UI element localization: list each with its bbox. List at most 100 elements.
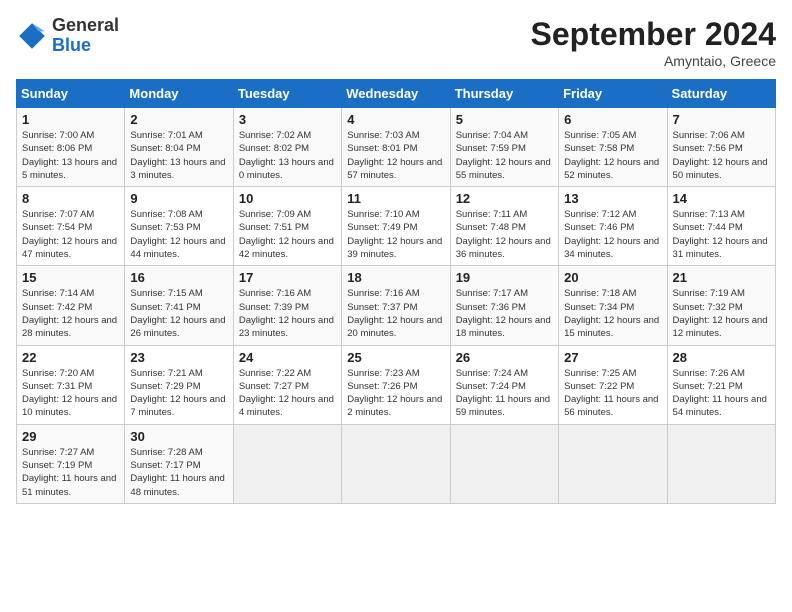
calendar-cell — [342, 424, 450, 503]
calendar-cell: 26 Sunrise: 7:24 AMSunset: 7:24 PMDaylig… — [450, 345, 558, 424]
calendar-cell: 22 Sunrise: 7:20 AMSunset: 7:31 PMDaylig… — [17, 345, 125, 424]
day-detail: Sunrise: 7:03 AMSunset: 8:01 PMDaylight:… — [347, 130, 442, 181]
day-detail: Sunrise: 7:23 AMSunset: 7:26 PMDaylight:… — [347, 368, 442, 419]
day-detail: Sunrise: 7:04 AMSunset: 7:59 PMDaylight:… — [456, 130, 551, 181]
month-title: September 2024 — [531, 16, 776, 53]
day-detail: Sunrise: 7:25 AMSunset: 7:22 PMDaylight:… — [564, 368, 658, 419]
day-number: 25 — [347, 350, 444, 365]
calendar-cell: 29 Sunrise: 7:27 AMSunset: 7:19 PMDaylig… — [17, 424, 125, 503]
day-number: 24 — [239, 350, 336, 365]
day-detail: Sunrise: 7:05 AMSunset: 7:58 PMDaylight:… — [564, 130, 659, 181]
day-detail: Sunrise: 7:20 AMSunset: 7:31 PMDaylight:… — [22, 368, 117, 419]
calendar-cell: 15 Sunrise: 7:14 AMSunset: 7:42 PMDaylig… — [17, 266, 125, 345]
calendar-cell: 27 Sunrise: 7:25 AMSunset: 7:22 PMDaylig… — [559, 345, 667, 424]
col-friday: Friday — [559, 80, 667, 108]
day-number: 1 — [22, 112, 119, 127]
col-saturday: Saturday — [667, 80, 775, 108]
calendar-cell: 3 Sunrise: 7:02 AMSunset: 8:02 PMDayligh… — [233, 108, 341, 187]
calendar-cell: 7 Sunrise: 7:06 AMSunset: 7:56 PMDayligh… — [667, 108, 775, 187]
calendar-cell: 4 Sunrise: 7:03 AMSunset: 8:01 PMDayligh… — [342, 108, 450, 187]
calendar-cell: 25 Sunrise: 7:23 AMSunset: 7:26 PMDaylig… — [342, 345, 450, 424]
calendar-week-row: 22 Sunrise: 7:20 AMSunset: 7:31 PMDaylig… — [17, 345, 776, 424]
calendar-cell: 20 Sunrise: 7:18 AMSunset: 7:34 PMDaylig… — [559, 266, 667, 345]
logo-blue-text: Blue — [52, 35, 91, 55]
calendar-header-row: Sunday Monday Tuesday Wednesday Thursday… — [17, 80, 776, 108]
calendar-week-row: 1 Sunrise: 7:00 AMSunset: 8:06 PMDayligh… — [17, 108, 776, 187]
calendar-week-row: 8 Sunrise: 7:07 AMSunset: 7:54 PMDayligh… — [17, 187, 776, 266]
calendar-cell — [233, 424, 341, 503]
day-detail: Sunrise: 7:00 AMSunset: 8:06 PMDaylight:… — [22, 130, 117, 181]
day-number: 3 — [239, 112, 336, 127]
day-detail: Sunrise: 7:10 AMSunset: 7:49 PMDaylight:… — [347, 209, 442, 260]
calendar-cell: 24 Sunrise: 7:22 AMSunset: 7:27 PMDaylig… — [233, 345, 341, 424]
day-detail: Sunrise: 7:15 AMSunset: 7:41 PMDaylight:… — [130, 288, 225, 339]
calendar-cell: 17 Sunrise: 7:16 AMSunset: 7:39 PMDaylig… — [233, 266, 341, 345]
calendar-cell: 30 Sunrise: 7:28 AMSunset: 7:17 PMDaylig… — [125, 424, 233, 503]
day-detail: Sunrise: 7:21 AMSunset: 7:29 PMDaylight:… — [130, 368, 225, 419]
day-detail: Sunrise: 7:19 AMSunset: 7:32 PMDaylight:… — [673, 288, 768, 339]
day-detail: Sunrise: 7:18 AMSunset: 7:34 PMDaylight:… — [564, 288, 659, 339]
calendar-cell — [667, 424, 775, 503]
calendar-cell — [559, 424, 667, 503]
calendar-cell: 28 Sunrise: 7:26 AMSunset: 7:21 PMDaylig… — [667, 345, 775, 424]
day-number: 26 — [456, 350, 553, 365]
day-detail: Sunrise: 7:09 AMSunset: 7:51 PMDaylight:… — [239, 209, 334, 260]
col-sunday: Sunday — [17, 80, 125, 108]
day-detail: Sunrise: 7:27 AMSunset: 7:19 PMDaylight:… — [22, 447, 116, 498]
calendar-table: Sunday Monday Tuesday Wednesday Thursday… — [16, 79, 776, 504]
day-detail: Sunrise: 7:08 AMSunset: 7:53 PMDaylight:… — [130, 209, 225, 260]
day-detail: Sunrise: 7:16 AMSunset: 7:39 PMDaylight:… — [239, 288, 334, 339]
day-number: 5 — [456, 112, 553, 127]
logo-icon — [16, 20, 48, 52]
day-detail: Sunrise: 7:24 AMSunset: 7:24 PMDaylight:… — [456, 368, 550, 419]
calendar-cell: 19 Sunrise: 7:17 AMSunset: 7:36 PMDaylig… — [450, 266, 558, 345]
calendar-cell: 6 Sunrise: 7:05 AMSunset: 7:58 PMDayligh… — [559, 108, 667, 187]
calendar-cell: 18 Sunrise: 7:16 AMSunset: 7:37 PMDaylig… — [342, 266, 450, 345]
page-header: General Blue September 2024 Amyntaio, Gr… — [16, 16, 776, 69]
day-number: 20 — [564, 270, 661, 285]
calendar-week-row: 15 Sunrise: 7:14 AMSunset: 7:42 PMDaylig… — [17, 266, 776, 345]
day-detail: Sunrise: 7:07 AMSunset: 7:54 PMDaylight:… — [22, 209, 117, 260]
day-number: 18 — [347, 270, 444, 285]
calendar-cell: 23 Sunrise: 7:21 AMSunset: 7:29 PMDaylig… — [125, 345, 233, 424]
day-number: 10 — [239, 191, 336, 206]
col-wednesday: Wednesday — [342, 80, 450, 108]
day-number: 27 — [564, 350, 661, 365]
day-number: 2 — [130, 112, 227, 127]
day-number: 9 — [130, 191, 227, 206]
logo: General Blue — [16, 16, 119, 56]
day-number: 23 — [130, 350, 227, 365]
calendar-cell: 16 Sunrise: 7:15 AMSunset: 7:41 PMDaylig… — [125, 266, 233, 345]
day-number: 28 — [673, 350, 770, 365]
day-number: 30 — [130, 429, 227, 444]
day-detail: Sunrise: 7:01 AMSunset: 8:04 PMDaylight:… — [130, 130, 225, 181]
day-number: 8 — [22, 191, 119, 206]
day-detail: Sunrise: 7:22 AMSunset: 7:27 PMDaylight:… — [239, 368, 334, 419]
day-detail: Sunrise: 7:06 AMSunset: 7:56 PMDaylight:… — [673, 130, 768, 181]
day-number: 11 — [347, 191, 444, 206]
day-number: 21 — [673, 270, 770, 285]
day-number: 12 — [456, 191, 553, 206]
calendar-cell: 8 Sunrise: 7:07 AMSunset: 7:54 PMDayligh… — [17, 187, 125, 266]
day-number: 13 — [564, 191, 661, 206]
day-number: 7 — [673, 112, 770, 127]
day-detail: Sunrise: 7:28 AMSunset: 7:17 PMDaylight:… — [130, 447, 224, 498]
day-detail: Sunrise: 7:26 AMSunset: 7:21 PMDaylight:… — [673, 368, 767, 419]
calendar-week-row: 29 Sunrise: 7:27 AMSunset: 7:19 PMDaylig… — [17, 424, 776, 503]
day-number: 16 — [130, 270, 227, 285]
day-number: 15 — [22, 270, 119, 285]
day-detail: Sunrise: 7:13 AMSunset: 7:44 PMDaylight:… — [673, 209, 768, 260]
day-number: 6 — [564, 112, 661, 127]
day-detail: Sunrise: 7:14 AMSunset: 7:42 PMDaylight:… — [22, 288, 117, 339]
day-detail: Sunrise: 7:02 AMSunset: 8:02 PMDaylight:… — [239, 130, 334, 181]
day-detail: Sunrise: 7:11 AMSunset: 7:48 PMDaylight:… — [456, 209, 551, 260]
calendar-cell: 14 Sunrise: 7:13 AMSunset: 7:44 PMDaylig… — [667, 187, 775, 266]
day-number: 19 — [456, 270, 553, 285]
calendar-cell: 11 Sunrise: 7:10 AMSunset: 7:49 PMDaylig… — [342, 187, 450, 266]
calendar-cell: 9 Sunrise: 7:08 AMSunset: 7:53 PMDayligh… — [125, 187, 233, 266]
location-label: Amyntaio, Greece — [531, 53, 776, 69]
day-number: 17 — [239, 270, 336, 285]
day-number: 4 — [347, 112, 444, 127]
col-monday: Monday — [125, 80, 233, 108]
calendar-cell — [450, 424, 558, 503]
